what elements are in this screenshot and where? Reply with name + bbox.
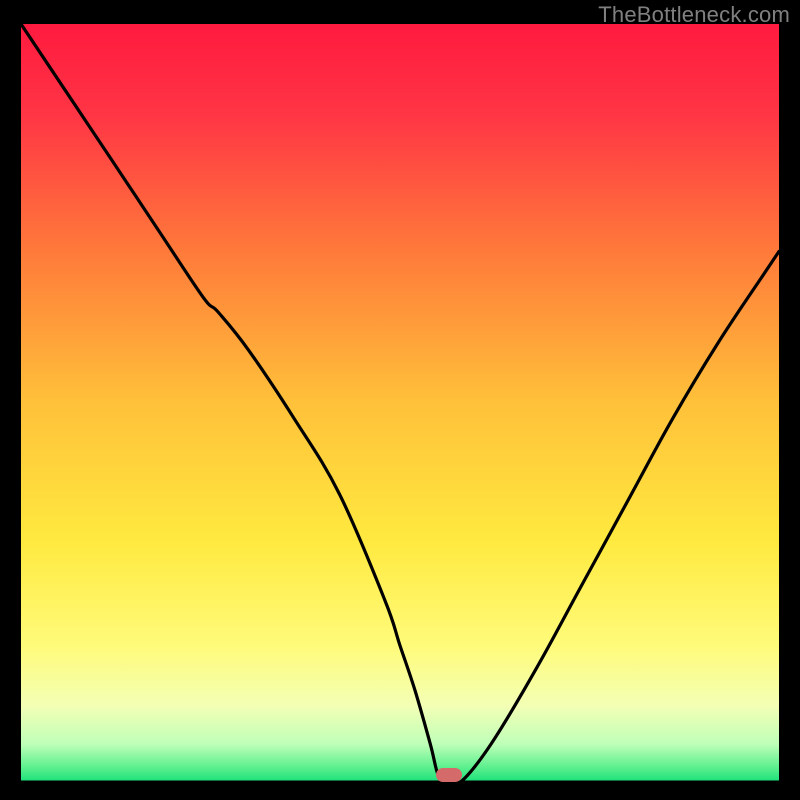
chart-frame: TheBottleneck.com: [0, 0, 800, 800]
curve-layer: [21, 24, 779, 782]
bottleneck-curve: [21, 24, 779, 782]
optimal-marker: [436, 768, 462, 782]
plot-area: [21, 24, 779, 782]
attribution-text: TheBottleneck.com: [598, 2, 790, 28]
